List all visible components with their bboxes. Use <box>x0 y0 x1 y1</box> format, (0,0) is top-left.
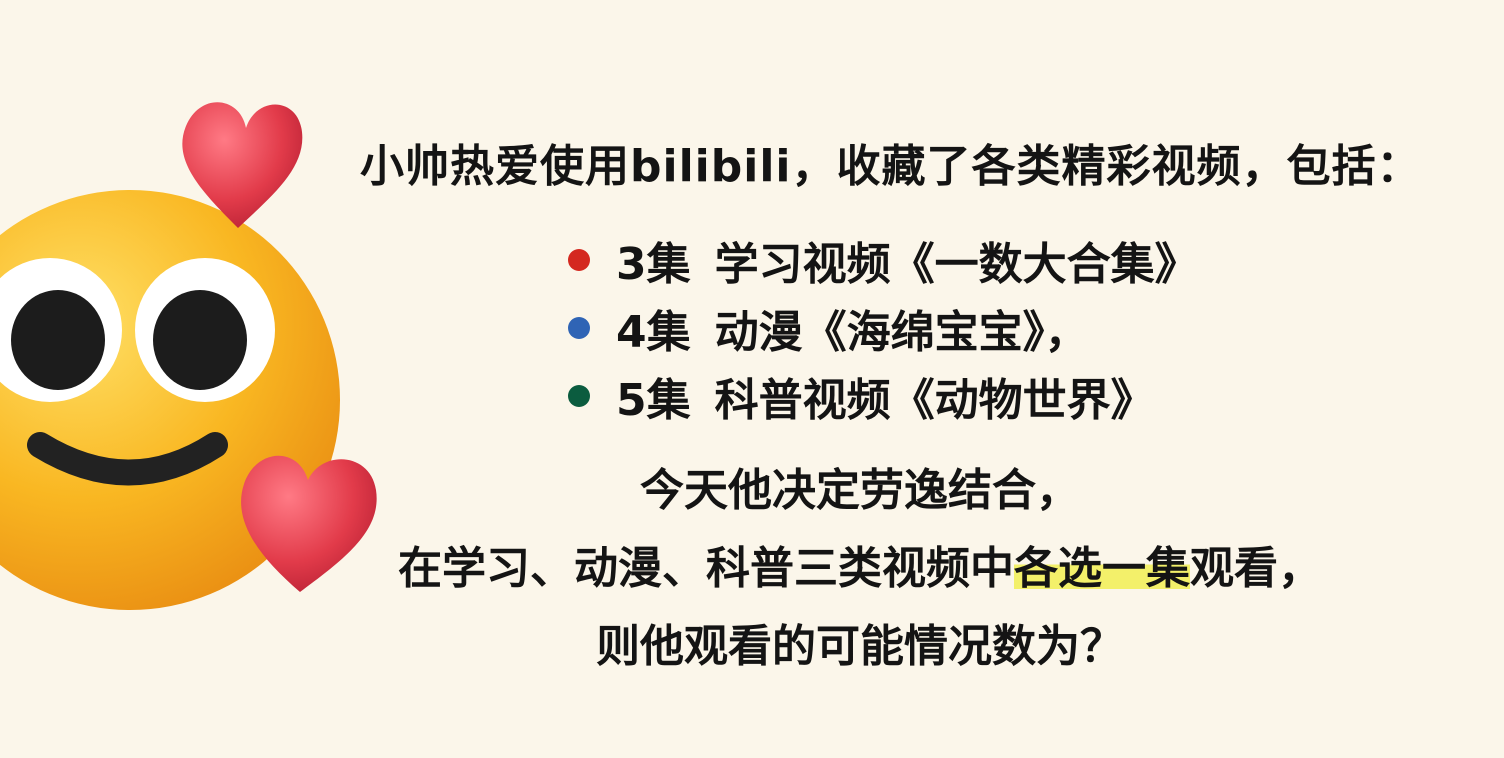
green-bullet-icon <box>568 385 590 407</box>
left-eye-pupil <box>11 290 105 390</box>
question-line-3: 则他观看的可能情况数为？ <box>596 621 1124 672</box>
question-line-1: 今天他决定劳逸结合， <box>640 465 1080 516</box>
episode-count: 3集 <box>616 239 691 290</box>
blue-bullet-icon <box>568 317 590 339</box>
question-line-2-end: 观看， <box>1190 543 1322 594</box>
episode-count: 4集 <box>616 307 691 358</box>
red-bullet-icon <box>568 249 590 271</box>
question-line-2: 在学习、动漫、科普三类视频中各选一集观看， <box>300 530 1420 608</box>
headline-text: 小帅热爱使用bilibili，收藏了各类精彩视频，包括： <box>360 141 1422 192</box>
episode-count: 5集 <box>616 375 691 426</box>
question-line-2-start: 在学习、动漫、科普三类视频中 <box>398 543 1014 594</box>
list-item: 5集 科普视频《动物世界》 <box>568 362 1199 430</box>
question-block: 今天他决定劳逸结合， 在学习、动漫、科普三类视频中各选一集观看， 则他观看的可能… <box>300 452 1420 686</box>
series-title: 科普视频《动物世界》 <box>714 375 1155 426</box>
right-eye-pupil <box>153 290 247 390</box>
series-title: 学习视频《一数大合集》 <box>714 239 1199 290</box>
series-title: 动漫《海绵宝宝》， <box>714 307 1089 358</box>
video-series-list: 3集 学习视频《一数大合集》 4集 动漫《海绵宝宝》， 5集 科普视频《动物世界… <box>568 226 1199 430</box>
list-item: 3集 学习视频《一数大合集》 <box>568 226 1199 294</box>
list-item: 4集 动漫《海绵宝宝》， <box>568 294 1199 362</box>
highlighted-phrase: 各选一集 <box>1014 543 1190 594</box>
